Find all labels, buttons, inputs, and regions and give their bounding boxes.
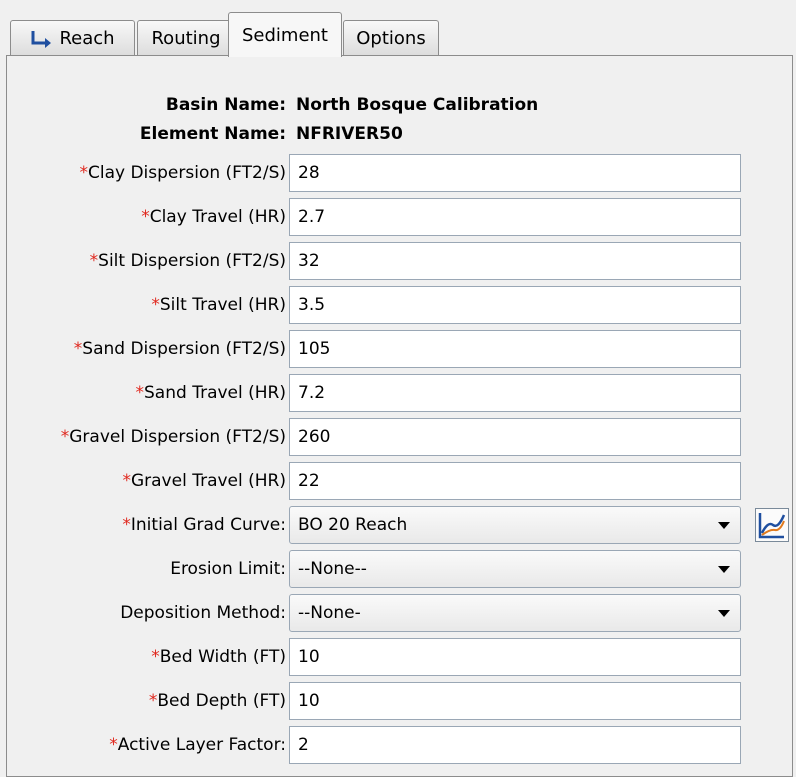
required-marker: * [122, 471, 131, 491]
element-name-label: Element Name: [139, 124, 286, 144]
initial-grad-curve-value: BO 20 Reach [298, 515, 408, 535]
gravel-travel-label: * Gravel Travel (HR) [122, 462, 286, 500]
chevron-down-icon [718, 522, 730, 529]
active-layer-factor-input[interactable]: 2 [289, 726, 741, 764]
erosion-limit-select[interactable]: --None-- [289, 550, 741, 588]
silt-travel-row: * Silt Travel (HR) 3.5 [7, 286, 794, 324]
bed-width-input[interactable]: 10 [289, 638, 741, 676]
required-marker: * [60, 427, 70, 447]
gravel-travel-row: * Gravel Travel (HR) 22 [7, 462, 794, 500]
required-marker: * [151, 295, 160, 315]
deposition-method-value: --None- [298, 603, 361, 623]
gravel-dispersion-input[interactable]: 260 [289, 418, 741, 456]
reach-arrow-icon [31, 30, 52, 48]
tab-options[interactable]: Options [343, 20, 439, 56]
tab-sediment-label: Sediment [241, 24, 328, 46]
required-marker: * [148, 691, 158, 711]
grad-curve-chart-button[interactable] [755, 508, 789, 542]
tab-reach-label: Reach [59, 28, 115, 49]
required-marker: * [122, 515, 131, 535]
bed-depth-label: * Bed Depth (FT) [149, 682, 286, 720]
tab-routing[interactable]: Routing [137, 20, 235, 56]
deposition-method-row: Deposition Method: --None- [7, 594, 794, 632]
gravel-dispersion-label: * Gravel Dispersion (FT2/S) [61, 418, 286, 456]
silt-dispersion-label: * Silt Dispersion (FT2/S) [90, 242, 286, 280]
sand-dispersion-label: * Sand Dispersion (FT2/S) [74, 330, 286, 368]
required-marker: * [135, 383, 145, 403]
active-layer-factor-row: * Active Layer Factor: 2 [7, 726, 794, 764]
required-marker: * [79, 163, 88, 183]
tab-options-label: Options [356, 28, 426, 49]
bed-depth-label-text: Bed Depth (FT) [157, 691, 286, 711]
curve-chart-icon [758, 513, 786, 539]
bed-width-label-text: Bed Width (FT) [159, 647, 286, 667]
gravel-dispersion-row: * Gravel Dispersion (FT2/S) 260 [7, 418, 794, 456]
required-marker: * [141, 207, 150, 227]
basin-name-label: Basin Name: [165, 95, 286, 115]
silt-travel-label-text: Silt Travel (HR) [159, 295, 286, 315]
sand-travel-input[interactable]: 7.2 [289, 374, 741, 412]
sand-dispersion-row: * Sand Dispersion (FT2/S) 105 [7, 330, 794, 368]
deposition-method-select[interactable]: --None- [289, 594, 741, 632]
chevron-down-icon [718, 610, 730, 617]
erosion-limit-label: Erosion Limit: [170, 559, 286, 579]
element-name-row: Element Name: NFRIVER50 [7, 119, 794, 149]
clay-dispersion-label: * Clay Dispersion (FT2/S) [79, 154, 286, 192]
element-name-value: NFRIVER50 [296, 124, 403, 144]
deposition-method-label: Deposition Method: [120, 603, 286, 623]
chevron-down-icon [718, 566, 730, 573]
initial-grad-curve-label: * Initial Grad Curve: [122, 506, 286, 544]
silt-dispersion-label-text: Silt Dispersion (FT2/S) [98, 251, 286, 271]
basin-name-row: Basin Name: North Bosque Calibration [7, 90, 794, 120]
clay-travel-row: * Clay Travel (HR) 2.7 [7, 198, 794, 236]
erosion-limit-value: --None-- [298, 559, 367, 579]
gravel-travel-label-text: Gravel Travel (HR) [130, 471, 286, 491]
clay-travel-input[interactable]: 2.7 [289, 198, 741, 236]
active-layer-factor-label-text: Active Layer Factor: [117, 735, 286, 755]
clay-travel-label: * Clay Travel (HR) [141, 198, 286, 236]
required-marker: * [151, 647, 160, 667]
initial-grad-curve-row: * Initial Grad Curve: BO 20 Reach [7, 506, 794, 544]
tab-routing-label: Routing [151, 28, 221, 49]
sand-dispersion-label-text: Sand Dispersion (FT2/S) [82, 339, 286, 359]
clay-dispersion-label-text: Clay Dispersion (FT2/S) [87, 163, 286, 183]
clay-travel-label-text: Clay Travel (HR) [149, 207, 286, 227]
sand-travel-label-text: Sand Travel (HR) [144, 383, 286, 403]
required-marker: * [73, 339, 83, 359]
tab-sediment[interactable]: Sediment [228, 12, 342, 57]
silt-travel-label: * Silt Travel (HR) [151, 286, 286, 324]
gravel-travel-input[interactable]: 22 [289, 462, 741, 500]
bed-width-label: * Bed Width (FT) [151, 638, 286, 676]
initial-grad-curve-select[interactable]: BO 20 Reach [289, 506, 741, 544]
erosion-limit-row: Erosion Limit: --None-- [7, 550, 794, 588]
silt-dispersion-input[interactable]: 32 [289, 242, 741, 280]
required-marker: * [89, 251, 99, 271]
sand-travel-row: * Sand Travel (HR) 7.2 [7, 374, 794, 412]
clay-dispersion-row: * Clay Dispersion (FT2/S) 28 [7, 154, 794, 192]
silt-dispersion-row: * Silt Dispersion (FT2/S) 32 [7, 242, 794, 280]
required-marker: * [109, 735, 118, 755]
gravel-dispersion-label-text: Gravel Dispersion (FT2/S) [69, 427, 286, 447]
bed-width-row: * Bed Width (FT) 10 [7, 638, 794, 676]
sediment-panel: Basin Name: North Bosque Calibration Ele… [6, 55, 793, 777]
silt-travel-input[interactable]: 3.5 [289, 286, 741, 324]
sand-dispersion-input[interactable]: 105 [289, 330, 741, 368]
sand-travel-label: * Sand Travel (HR) [136, 374, 286, 412]
active-layer-factor-label: * Active Layer Factor: [109, 726, 286, 764]
bed-depth-row: * Bed Depth (FT) 10 [7, 682, 794, 720]
clay-dispersion-input[interactable]: 28 [289, 154, 741, 192]
initial-grad-curve-label-text: Initial Grad Curve: [130, 515, 286, 535]
tab-reach[interactable]: Reach [10, 20, 135, 56]
bed-depth-input[interactable]: 10 [289, 682, 741, 720]
basin-name-value: North Bosque Calibration [296, 95, 539, 115]
